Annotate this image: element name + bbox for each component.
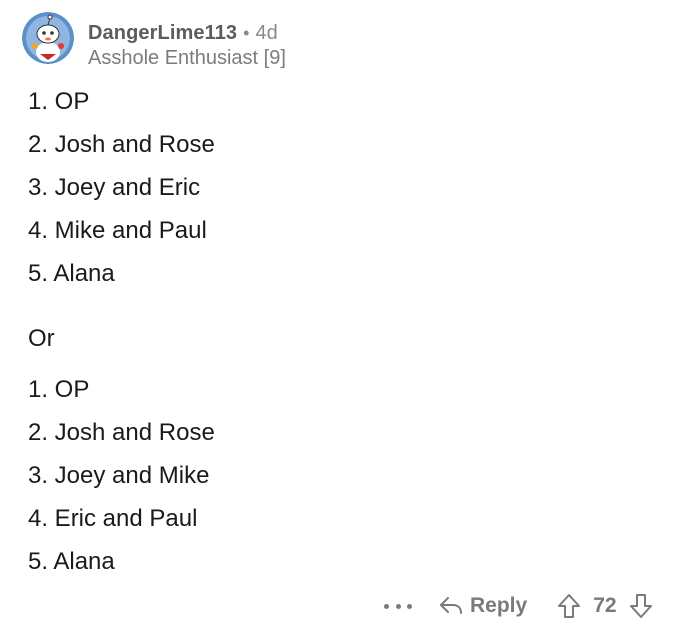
snoo-avatar-icon (22, 12, 74, 64)
list-item: 4. Mike and Paul (28, 217, 207, 244)
comment-body: 1. OP 2. Josh and Rose 3. Joey and Eric … (28, 84, 215, 587)
username[interactable]: DangerLime113 (88, 20, 237, 46)
or-text: Or (28, 325, 55, 352)
user-flair: Asshole Enthusiast [9] (88, 47, 286, 69)
reply-arrow-icon (440, 597, 462, 614)
vote-controls: 72 (557, 593, 652, 619)
upvote-arrow-icon[interactable] (557, 593, 581, 619)
list-item: 5. Alana (28, 548, 115, 575)
comment-age: 4d (255, 22, 278, 44)
list-item: 4. Eric and Paul (28, 505, 198, 532)
ellipsis-icon[interactable] (384, 603, 412, 609)
comment: DangerLime113 • 4d Asshole Enthusiast [9… (0, 0, 700, 636)
list-item: 3. Joey and Eric (28, 174, 201, 201)
reply-label: Reply (470, 594, 528, 617)
avatar[interactable] (22, 12, 74, 64)
list-item: 3. Joey and Mike (28, 462, 210, 489)
list-item: 1. OP (28, 376, 90, 403)
list-item: 2. Josh and Rose (28, 419, 215, 446)
reply-button[interactable]: Reply (438, 594, 527, 618)
comment-header: DangerLime113 • 4d Asshole Enthusiast [9… (22, 12, 286, 70)
meta-separator: • (243, 23, 250, 43)
list-item: 5. Alana (28, 260, 115, 287)
comment-actions: Reply 72 (380, 588, 653, 624)
list-item: 1. OP (28, 88, 90, 115)
downvote-arrow-icon[interactable] (629, 593, 653, 619)
comment-meta: DangerLime113 • 4d Asshole Enthusiast [9… (88, 12, 286, 70)
vote-score: 72 (593, 594, 617, 617)
list-item: 2. Josh and Rose (28, 131, 215, 158)
